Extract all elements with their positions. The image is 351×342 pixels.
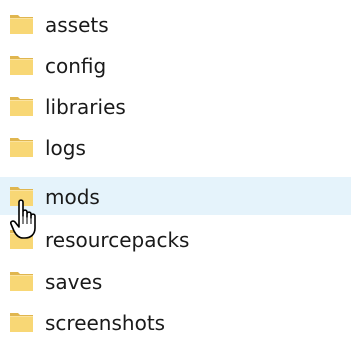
folder-row-saves[interactable]: saves (0, 263, 351, 301)
folder-list: assets config libraries logs mods resour… (0, 0, 351, 335)
folder-name: libraries (45, 95, 126, 119)
folder-row-screenshots[interactable]: screenshots (0, 304, 351, 342)
folder-name: mods (45, 185, 100, 209)
folder-name: logs (45, 136, 86, 160)
folder-icon (9, 227, 35, 251)
folder-row-logs[interactable]: logs (0, 129, 351, 167)
folder-icon (9, 135, 35, 159)
folder-icon (9, 310, 35, 334)
folder-row-assets[interactable]: assets (0, 6, 351, 44)
folder-icon (9, 12, 35, 36)
folder-name: resourcepacks (45, 228, 190, 252)
folder-row-libraries[interactable]: libraries (0, 88, 351, 126)
folder-icon (9, 269, 35, 293)
folder-row-config[interactable]: config (0, 47, 351, 85)
folder-name: assets (45, 13, 109, 37)
folder-name: saves (45, 270, 103, 294)
folder-name: config (45, 54, 107, 78)
folder-row-mods[interactable]: mods (0, 177, 351, 215)
folder-icon (9, 53, 35, 77)
folder-row-resourcepacks[interactable]: resourcepacks (0, 221, 351, 259)
folder-icon (9, 184, 35, 208)
folder-name: screenshots (45, 311, 166, 335)
folder-icon (9, 94, 35, 118)
